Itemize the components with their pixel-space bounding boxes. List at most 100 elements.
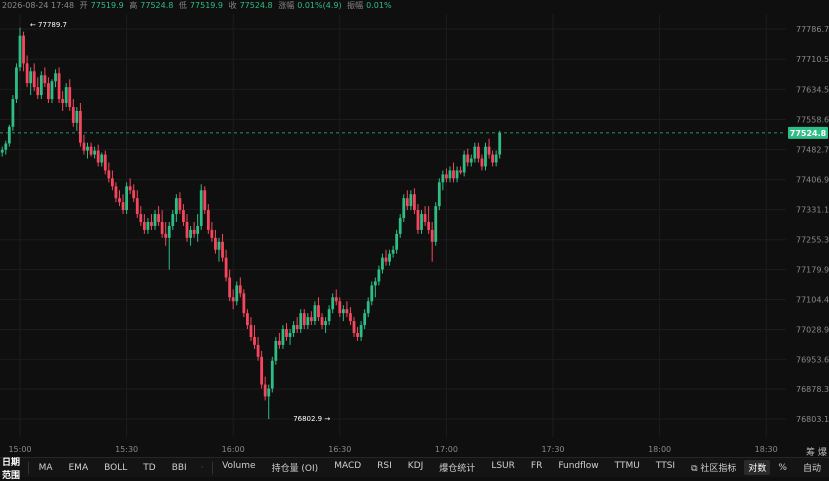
candle-body	[374, 281, 377, 285]
candle-body	[267, 389, 270, 397]
candle-body	[420, 214, 423, 230]
candlestick-chart[interactable]: 77786.777710.577634.577558.677482.777406…	[0, 0, 829, 457]
candle-body	[417, 210, 420, 230]
candle-body	[282, 329, 285, 345]
candle-body	[154, 214, 157, 226]
candle-body	[402, 198, 405, 218]
candle-body	[285, 329, 288, 337]
y-tick-label: 77255.3	[796, 236, 829, 245]
date-range-button[interactable]: 日期范围	[0, 455, 26, 481]
candle-body	[246, 313, 249, 325]
candle-body	[274, 341, 277, 361]
candle-body	[54, 73, 57, 81]
candle-body	[346, 309, 349, 313]
candle-body	[168, 226, 171, 238]
percent-scale-toggle[interactable]: %	[770, 463, 795, 473]
candle-body	[242, 293, 245, 313]
candle-body	[431, 230, 434, 242]
candle-body	[296, 325, 299, 329]
candle-body	[8, 127, 11, 144]
candle-body	[136, 198, 139, 214]
candle-body	[75, 111, 78, 123]
candle-body	[22, 36, 25, 64]
candle-body	[484, 147, 487, 167]
candle-body	[125, 186, 128, 210]
candle-body	[196, 226, 199, 234]
x-tick-label: 16:00	[222, 445, 245, 454]
indicator-bbi[interactable]: BBI	[164, 463, 195, 473]
sub-indicator-lsur[interactable]: LSUR	[483, 461, 523, 474]
low-price-marker: 76802.9 →	[293, 415, 330, 423]
community-label: 社区指标	[700, 464, 736, 474]
sub-indicator-volume[interactable]: Volume	[214, 461, 263, 474]
sub-indicator-oi[interactable]: 持仓量 (OI)	[264, 461, 327, 474]
candle-body	[331, 297, 334, 309]
x-tick-label: 18:30	[755, 445, 778, 454]
auto-scale-toggle[interactable]: 自动	[795, 461, 829, 474]
candle-body	[40, 75, 43, 95]
candle-body	[399, 218, 402, 234]
candle-body	[473, 147, 476, 159]
candle-body	[427, 222, 430, 230]
candle-body	[132, 190, 135, 198]
candle-body	[385, 258, 388, 262]
candle-body	[29, 71, 32, 83]
log-scale-toggle[interactable]: 对数	[744, 460, 770, 475]
candle-body	[481, 159, 484, 167]
candle-body	[100, 155, 103, 163]
candle-body	[498, 133, 501, 155]
candle-body	[86, 147, 89, 151]
sub-indicator-macd[interactable]: MACD	[326, 461, 369, 474]
candle-body	[406, 198, 409, 206]
candle-body	[228, 277, 231, 297]
candle-body	[306, 317, 309, 325]
candle-body	[147, 222, 150, 230]
candle-body	[438, 182, 441, 206]
candle-body	[118, 198, 121, 202]
x-tick-label: 16:30	[328, 445, 351, 454]
sub-indicator-kdj[interactable]: KDJ	[400, 461, 432, 474]
indicator-toolbar: 日期范围 MAEMABOLLTDBBI · Volume持仓量 (OI)MACD…	[0, 457, 829, 477]
indicator-ma[interactable]: MA	[31, 463, 61, 473]
y-tick-label: 77331.1	[796, 206, 829, 215]
sub-indicator-rsi[interactable]: RSI	[369, 461, 400, 474]
sub-indicator-fr[interactable]: FR	[523, 461, 550, 474]
toolbar-right: ⧉ 社区指标 对数 % 自动	[683, 460, 829, 475]
toolbar-divider	[212, 462, 213, 474]
candle-body	[264, 385, 267, 397]
candle-body	[164, 234, 167, 238]
candle-body	[47, 83, 50, 99]
y-tick-label: 77634.5	[796, 85, 829, 94]
candle-body	[79, 111, 82, 143]
y-tick-label: 77179.9	[796, 266, 829, 275]
candle-body	[218, 242, 221, 250]
sub-indicator-[interactable]: 爆仓统计	[431, 461, 483, 474]
sub-indicator-ttmu[interactable]: TTMU	[607, 461, 648, 474]
candle-body	[107, 170, 110, 178]
indicator-td[interactable]: TD	[135, 463, 163, 473]
candle-body	[445, 174, 448, 178]
candle-body	[488, 147, 491, 155]
y-tick-label: 77786.7	[796, 25, 829, 34]
y-tick-label: 77028.9	[796, 325, 829, 334]
community-indicators-button[interactable]: ⧉ 社区指标	[683, 461, 744, 474]
last-price-label: 77524.8	[790, 129, 827, 138]
candle-body	[360, 325, 363, 337]
sub-indicator-ttsi[interactable]: TTSI	[648, 461, 683, 474]
high-price-marker: ← 77789.7	[30, 21, 67, 29]
candle-body	[61, 99, 64, 103]
candle-body	[310, 317, 313, 321]
candle-body	[139, 214, 142, 222]
candle-body	[395, 234, 398, 250]
candle-body	[104, 155, 107, 171]
indicator-boll[interactable]: BOLL	[96, 463, 135, 473]
sub-indicator-fundflow[interactable]: Fundflow	[550, 461, 606, 474]
x-tick-label: 17:00	[435, 445, 458, 454]
candle-body	[72, 107, 75, 123]
candle-body	[97, 151, 100, 163]
candle-body	[250, 325, 253, 337]
indicator-ema[interactable]: EMA	[61, 463, 97, 473]
candle-body	[51, 81, 54, 99]
candle-body	[328, 309, 331, 321]
candle-body	[4, 143, 7, 149]
